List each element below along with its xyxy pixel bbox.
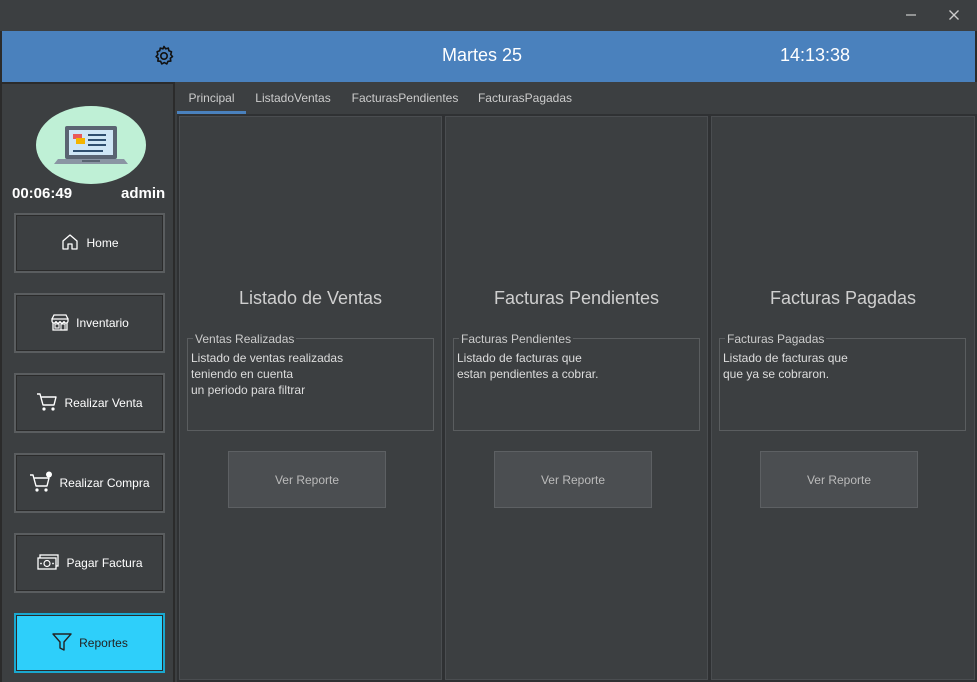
- description-box: Facturas Pagadas Listado de facturas que…: [719, 332, 966, 431]
- description-text: Listado de facturas que que ya se cobrar…: [723, 351, 848, 381]
- avatar: [36, 106, 146, 184]
- panel-listado-ventas: Listado de Ventas Ventas Realizadas List…: [177, 114, 444, 682]
- home-icon: [60, 232, 80, 255]
- inventory-button[interactable]: Inventario: [14, 293, 165, 353]
- panel-facturas-pagadas: Facturas Pagadas Facturas Pagadas Listad…: [709, 114, 977, 682]
- home-button[interactable]: Home: [14, 213, 165, 273]
- cart-add-icon: [29, 471, 53, 496]
- panel-title: Facturas Pendientes: [493, 288, 660, 308]
- current-time: 14:13:38: [780, 45, 851, 65]
- view-report-button[interactable]: Ver Reporte: [760, 451, 918, 508]
- inventory-button-label: Inventario: [76, 316, 129, 330]
- view-report-button[interactable]: Ver Reporte: [494, 451, 652, 508]
- tab-listado-ventas[interactable]: ListadoVentas: [252, 82, 334, 114]
- minimize-icon[interactable]: [896, 4, 926, 26]
- description-legend: Ventas Realizadas: [193, 332, 297, 346]
- description-text: Listado de ventas realizadas teniendo en…: [191, 351, 344, 397]
- filter-icon: [51, 631, 73, 656]
- window-titlebar: [0, 0, 977, 31]
- tab-bar: Principal ListadoVentas FacturasPendient…: [177, 82, 977, 114]
- pay-invoice-button-label: Pagar Factura: [66, 556, 143, 570]
- reports-button-label: Reportes: [79, 636, 128, 650]
- panel-title: Facturas Pagadas: [769, 288, 917, 308]
- description-legend: Facturas Pendientes: [459, 332, 574, 346]
- make-sale-button-label: Realizar Venta: [64, 396, 143, 410]
- panel-title: Listado de Ventas: [238, 288, 383, 308]
- close-icon[interactable]: [939, 4, 969, 26]
- cash-icon: [36, 553, 60, 574]
- view-report-button[interactable]: Ver Reporte: [228, 451, 386, 508]
- sidebar: 00:06:49 admin Home Inventario Realizar …: [0, 82, 175, 682]
- panel-facturas-pendientes: Facturas Pendientes Facturas Pendientes …: [443, 114, 710, 682]
- make-sale-button[interactable]: Realizar Venta: [14, 373, 165, 433]
- make-purchase-button[interactable]: Realizar Compra: [14, 453, 165, 513]
- description-text: Listado de facturas que estan pendientes…: [457, 351, 599, 381]
- make-purchase-button-label: Realizar Compra: [59, 476, 150, 490]
- description-legend: Facturas Pagadas: [725, 332, 827, 346]
- reports-button[interactable]: Reportes: [14, 613, 165, 673]
- home-button-label: Home: [86, 236, 119, 250]
- store-icon: [50, 312, 70, 335]
- top-header: Martes 25 14:13:38: [0, 31, 977, 82]
- username: admin: [121, 185, 166, 202]
- tab-facturas-pagadas[interactable]: FacturasPagadas: [475, 82, 575, 114]
- session-timer: 00:06:49: [12, 185, 73, 202]
- description-box: Ventas Realizadas Listado de ventas real…: [187, 332, 434, 431]
- pay-invoice-button[interactable]: Pagar Factura: [14, 533, 165, 593]
- tab-principal[interactable]: Principal: [177, 82, 246, 114]
- tab-facturas-pendientes[interactable]: FacturasPendientes: [349, 82, 461, 114]
- current-date: Martes 25: [442, 45, 523, 65]
- description-box: Facturas Pendientes Listado de facturas …: [453, 332, 700, 431]
- cart-icon: [36, 392, 58, 415]
- gear-icon[interactable]: [152, 44, 176, 68]
